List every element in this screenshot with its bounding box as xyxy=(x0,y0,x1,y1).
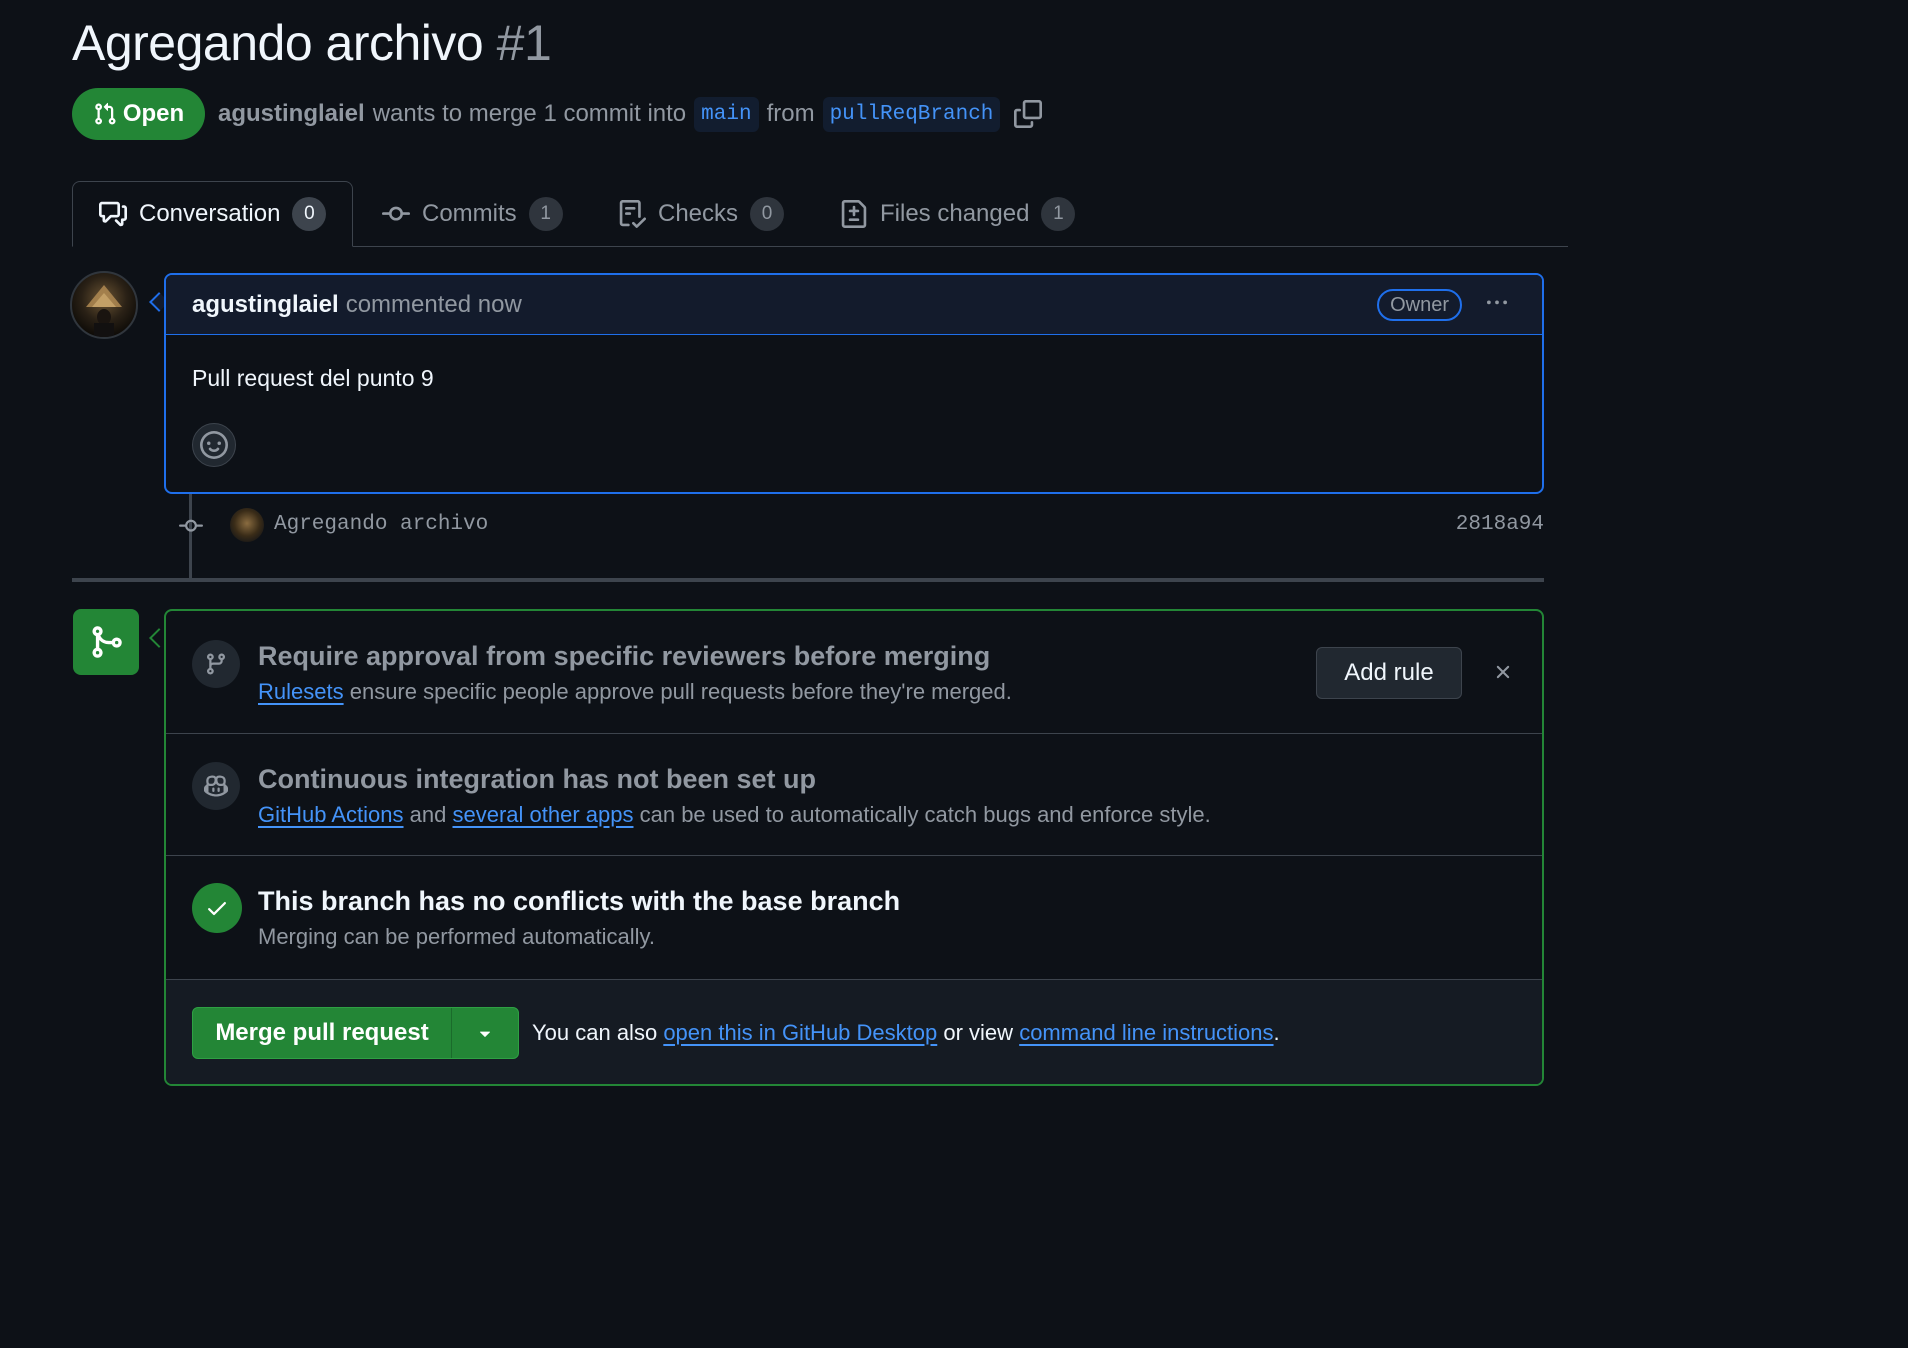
tab-commits[interactable]: Commits 1 xyxy=(382,181,563,247)
merge-text: wants to merge 1 commit into xyxy=(372,100,687,127)
file-diff-icon xyxy=(840,200,868,228)
ci-desc-text: can be used to automatically catch bugs … xyxy=(639,802,1211,827)
git-commit-icon xyxy=(176,514,206,543)
merge-box: Require approval from specific reviewers… xyxy=(164,609,1544,1086)
footer-prefix: You can also xyxy=(532,1020,658,1045)
tab-conversation[interactable]: Conversation 0 xyxy=(72,181,354,247)
owner-badge: Owner xyxy=(1377,289,1462,321)
add-reaction-button[interactable] xyxy=(192,423,236,467)
pr-author-link[interactable]: agustinglaiel xyxy=(218,100,365,128)
conflicts-section: This branch has no conflicts with the ba… xyxy=(166,856,1542,980)
tab-count: 0 xyxy=(292,197,327,231)
pr-state-label: Open xyxy=(122,100,185,127)
git-pull-request-icon xyxy=(93,101,117,127)
ci-desc: GitHub Actions and several other apps ca… xyxy=(258,802,1211,828)
tab-label: Checks xyxy=(658,200,739,227)
kebab-horizontal-icon[interactable] xyxy=(1482,293,1512,313)
tab-label: Conversation xyxy=(139,200,281,227)
close-icon[interactable] xyxy=(1492,661,1514,683)
other-apps-link[interactable]: several other apps xyxy=(452,802,633,827)
merge-button-group: Merge pull request xyxy=(192,1007,519,1059)
commit-message-link[interactable]: Agregando archivo xyxy=(274,513,488,536)
merge-method-dropdown[interactable] xyxy=(451,1008,518,1058)
checklist-icon xyxy=(618,200,646,228)
tab-count: 1 xyxy=(528,197,563,231)
ci-section: Continuous integration has not been set … xyxy=(166,734,1542,856)
base-branch[interactable]: main xyxy=(694,96,759,132)
from-text: from xyxy=(766,100,815,127)
triangle-down-icon xyxy=(474,1022,496,1044)
pr-number: #1 xyxy=(496,15,552,71)
command-line-link[interactable]: command line instructions xyxy=(1019,1020,1273,1045)
comment-author[interactable]: agustinglaiel xyxy=(192,291,339,319)
tab-files-changed[interactable]: Files changed 1 xyxy=(840,181,1076,247)
github-desktop-link[interactable]: open this in GitHub Desktop xyxy=(663,1020,937,1045)
pr-title: Agregando archivo xyxy=(72,15,484,71)
timeline-divider xyxy=(72,578,1544,582)
commit-author-avatar[interactable] xyxy=(230,508,264,542)
comment-discussion-icon xyxy=(99,200,127,228)
merge-footer: Merge pull request You can also open thi… xyxy=(166,980,1542,1084)
ruleset-desc: Rulesets ensure specific people approve … xyxy=(258,679,1012,705)
comment-header: agustinglaiel commented now Owner xyxy=(166,275,1542,335)
comment-timestamp[interactable]: commented now xyxy=(346,291,522,319)
ruleset-section: Require approval from specific reviewers… xyxy=(166,611,1542,734)
ruleset-title: Require approval from specific reviewers… xyxy=(258,641,991,671)
add-rule-button[interactable]: Add rule xyxy=(1316,647,1462,699)
tab-label: Commits xyxy=(422,200,517,227)
pr-meta: agustinglaiel wants to merge 1 commit in… xyxy=(218,94,1043,134)
avatar[interactable] xyxy=(70,271,138,339)
smiley-icon xyxy=(200,431,228,459)
git-commit-icon xyxy=(382,200,410,228)
git-branch-icon xyxy=(192,640,240,688)
pr-comment: agustinglaiel commented now Owner Pull r… xyxy=(164,273,1544,494)
page-title: Agregando archivo #1 xyxy=(72,14,552,72)
comment-body: Pull request del punto 9 xyxy=(192,365,434,391)
footer-suffix: . xyxy=(1273,1020,1280,1045)
pr-tabs: Conversation 0 Commits 1 Checks 0 Files … xyxy=(72,181,1568,247)
copilot-icon xyxy=(192,762,240,810)
commit-sha-link[interactable]: 2818a94 xyxy=(1456,513,1544,536)
conflicts-title: This branch has no conflicts with the ba… xyxy=(258,886,901,916)
merge-pull-request-button[interactable]: Merge pull request xyxy=(193,1008,451,1058)
pr-state-badge: Open xyxy=(72,88,205,140)
head-branch[interactable]: pullReqBranch xyxy=(822,96,1001,132)
copy-icon[interactable] xyxy=(1014,100,1043,128)
ci-title: Continuous integration has not been set … xyxy=(258,764,816,794)
rulesets-link[interactable]: Rulesets xyxy=(258,679,344,704)
tab-label: Files changed xyxy=(880,200,1030,227)
footer-middle: or view xyxy=(943,1020,1014,1045)
conflicts-desc: Merging can be performed automatically. xyxy=(258,924,656,949)
git-merge-icon xyxy=(73,609,139,675)
merge-alt-text: You can also open this in GitHub Desktop… xyxy=(532,1020,1280,1046)
tab-count: 1 xyxy=(1041,197,1076,231)
check-icon xyxy=(192,883,242,933)
github-actions-link[interactable]: GitHub Actions xyxy=(258,802,404,827)
tab-checks[interactable]: Checks 0 xyxy=(618,181,785,247)
ci-and-text: and xyxy=(409,802,447,827)
ruleset-desc-text: ensure specific people approve pull requ… xyxy=(349,679,1012,704)
tab-count: 0 xyxy=(750,197,785,231)
